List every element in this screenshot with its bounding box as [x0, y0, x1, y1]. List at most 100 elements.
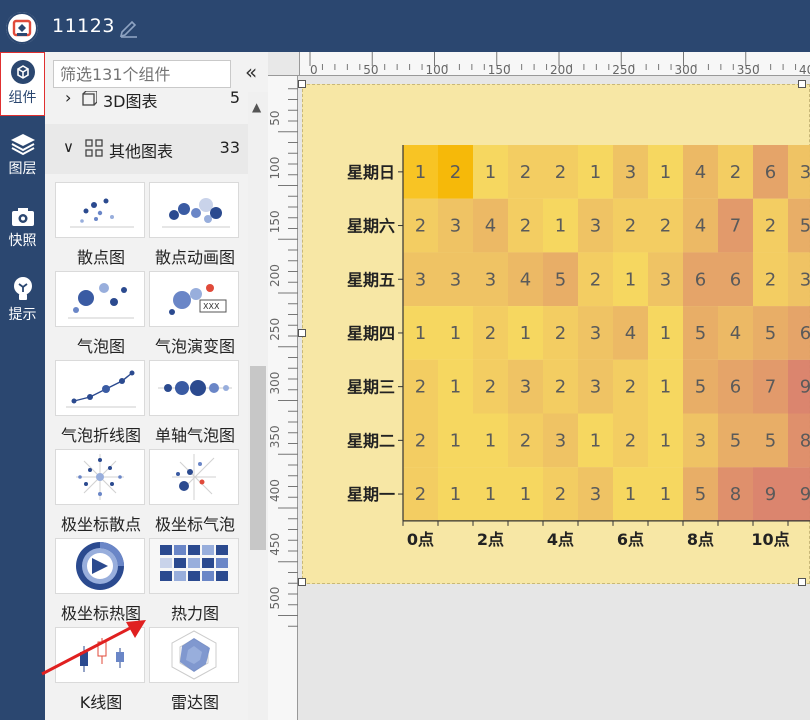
- rail-item-components[interactable]: 组件: [0, 52, 45, 116]
- ruler-label: 50: [268, 110, 282, 125]
- component-scatter-animation[interactable]: 散点动画图: [149, 182, 241, 270]
- ruler-corner: [268, 52, 300, 76]
- ruler-label: 200: [268, 264, 282, 287]
- component-single-axis-bubble[interactable]: 单轴气泡图: [149, 360, 241, 448]
- y-axis-label: 星期六: [347, 217, 395, 236]
- heatmap-cell-label: 2: [765, 269, 776, 290]
- heatmap-cell-label: 1: [660, 377, 671, 398]
- bubble-evolution-thumbnail: XXX: [149, 271, 239, 327]
- polar-scatter-thumbnail: [55, 449, 145, 505]
- ruler-label: 300: [675, 63, 698, 76]
- heatmap-cell-label: 1: [520, 484, 531, 505]
- component-polar-bubble[interactable]: 极坐标气泡: [149, 449, 241, 537]
- heatmap-cell-label: 5: [695, 484, 706, 505]
- heatmap-cell-label: 2: [450, 162, 461, 183]
- component-label: 极坐标散点: [60, 515, 141, 534]
- y-axis-label: 星期三: [347, 378, 395, 397]
- heatmap-chart: 1 2 1 2 2 1 3 1 4 2 6 3 2 3 4 2 1 3 2 2 4 7 2 5 3 3 3 4 5 2 1 3 6 6 2 3 1 1 2 1…: [347, 145, 810, 549]
- heatmap-cell-label: 1: [450, 430, 461, 451]
- heatmap-cell-label: 2: [415, 377, 426, 398]
- heatmap-component[interactable]: 1 2 1 2 2 1 3 1 4 2 6 3 2 3 4 2 1 3 2 2 4 7 2 5 3 3 3 4 5 2 1 3 6 6 2 3 1 1 2 1…: [302, 84, 810, 584]
- rail-item-layers[interactable]: 图层: [0, 132, 45, 178]
- heatmap-cell-label: 1: [660, 323, 671, 344]
- heatmap-cell-label: 1: [415, 162, 426, 183]
- panel-scrollbar-thumb[interactable]: [250, 366, 266, 550]
- x-axis-label: 4点: [547, 530, 574, 549]
- component-label: K线图: [79, 693, 123, 712]
- component-filter-input[interactable]: [53, 60, 231, 88]
- resize-handle[interactable]: [798, 578, 806, 586]
- component-bubble-line[interactable]: 气泡折线图: [55, 360, 147, 448]
- heatmap-cell-label: 1: [485, 484, 496, 505]
- cube-icon: [10, 60, 35, 84]
- heatmap-cell-label: 3: [415, 269, 426, 290]
- cube-outline-icon: [81, 90, 98, 111]
- component-polar-scatter[interactable]: 极坐标散点: [55, 449, 147, 537]
- ruler-label: 100: [426, 63, 449, 76]
- component-label: 雷达图: [170, 693, 219, 712]
- camera-icon: [11, 208, 34, 226]
- heatmap-cell-label: 2: [520, 216, 531, 237]
- heatmap-cell-label: 5: [695, 323, 706, 344]
- heatmap-cell-label: 2: [415, 430, 426, 451]
- heatmap-cell-label: 7: [765, 377, 776, 398]
- category-3d-charts[interactable]: › 3D图表 5: [45, 88, 248, 114]
- radar-thumbnail: [149, 627, 239, 683]
- heatmap-cell-label: 3: [800, 269, 810, 290]
- rail-item-label: 快照: [8, 233, 37, 249]
- x-axis-label: 10点: [751, 530, 789, 549]
- heatmap-cell-label: 5: [695, 377, 706, 398]
- heatmap-cell-label: 5: [765, 430, 776, 451]
- ruler-vertical: 50 100 150 200 250 300 350 400 450 500: [268, 76, 298, 720]
- grid-icon: [85, 139, 103, 161]
- component-scatter[interactable]: 散点图: [55, 182, 147, 270]
- rail-item-snapshot[interactable]: 快照: [0, 206, 45, 250]
- heatmap-cell-label: 3: [590, 484, 601, 505]
- resize-handle[interactable]: [298, 578, 306, 586]
- heatmap-cell-label: 4: [695, 216, 706, 237]
- heatmap-cell-label: 5: [765, 323, 776, 344]
- category-other-charts[interactable]: ∨ 其他图表 33: [45, 124, 248, 174]
- component-bubble[interactable]: 气泡图: [55, 271, 147, 359]
- heatmap-cell-label: 3: [695, 430, 706, 451]
- component-label: 单轴气泡图: [154, 426, 235, 445]
- scroll-up-icon[interactable]: ▲: [252, 100, 261, 114]
- app-logo-icon[interactable]: [6, 12, 38, 44]
- component-radar[interactable]: 雷达图: [149, 627, 241, 715]
- component-label: 气泡折线图: [60, 426, 141, 445]
- component-bubble-evolution[interactable]: XXX 气泡演变图: [149, 271, 241, 359]
- heatmap-cell-label: 3: [590, 377, 601, 398]
- heatmap-cell-label: 6: [730, 269, 741, 290]
- bubble-thumbnail: [55, 271, 145, 327]
- component-label: 热力图: [170, 604, 219, 623]
- heatmap-cell-label: 3: [450, 269, 461, 290]
- heatmap-cell-label: 1: [660, 430, 671, 451]
- heatmap-cell-label: 2: [555, 377, 566, 398]
- resize-handle[interactable]: [798, 80, 806, 88]
- rail-item-tips[interactable]: 提示: [0, 276, 45, 324]
- y-axis-label: 星期一: [347, 485, 395, 504]
- scatter-thumbnail: [55, 182, 145, 238]
- heatmap-cell-label: 3: [590, 216, 601, 237]
- layers-icon: [10, 134, 35, 156]
- bubble-line-thumbnail: [55, 360, 145, 416]
- category-count: 33: [219, 138, 240, 157]
- resize-handle[interactable]: [298, 80, 306, 88]
- heatmap-cell-label: 4: [485, 216, 496, 237]
- component-label: 气泡图: [76, 337, 125, 356]
- resize-handle[interactable]: [298, 329, 306, 337]
- heatmap-cell-label: 1: [555, 216, 566, 237]
- component-heatmap[interactable]: 热力图: [149, 538, 241, 626]
- heatmap-cell-label: 2: [765, 216, 776, 237]
- heatmap-cell-label: 1: [590, 430, 601, 451]
- heatmap-cell-label: 8: [800, 430, 810, 451]
- component-label: 气泡演变图: [154, 337, 235, 356]
- heatmap-cell-label: 6: [730, 377, 741, 398]
- heatmap-cell-label: 1: [450, 377, 461, 398]
- collapse-panel-button[interactable]: «: [245, 60, 265, 88]
- heatmap-cell-label: 2: [660, 216, 671, 237]
- heatmap-cell-label: 5: [800, 216, 810, 237]
- pencil-icon[interactable]: [118, 16, 140, 38]
- ruler-label: 300: [268, 372, 282, 395]
- ruler-label: 350: [268, 425, 282, 448]
